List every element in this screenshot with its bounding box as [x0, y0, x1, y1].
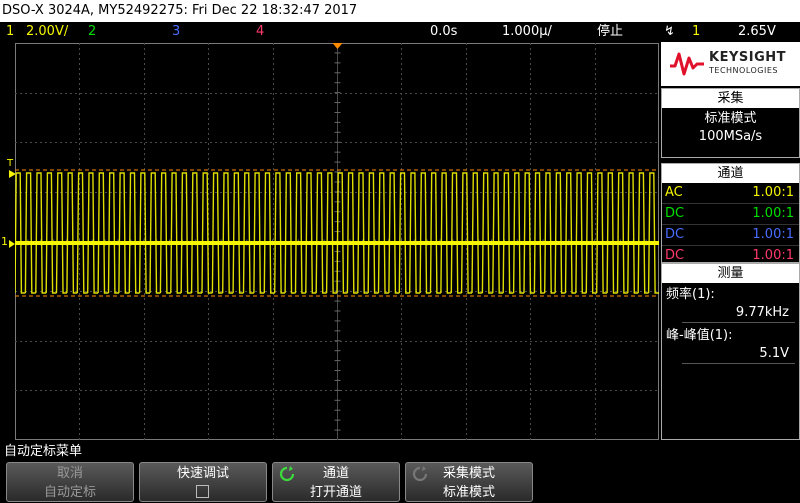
keysight-logo: KEYSIGHT TECHNOLOGIES — [661, 42, 800, 86]
measure-section: 测量 频率(1): 9.77kHz 峰-峰值(1): 5.1V — [661, 263, 800, 440]
waveform-svg — [14, 42, 659, 440]
channel-row-1[interactable]: AC 1.00:1 — [662, 183, 799, 204]
fast-debug-checkbox[interactable] — [196, 485, 209, 498]
title-bar: DSO-X 3024A, MY52492275: Fri Dec 22 18:3… — [0, 0, 800, 22]
measure-header: 测量 — [662, 264, 799, 283]
waveform-display[interactable] — [14, 42, 659, 440]
channel-section: 通道 AC 1.00:1 DC 1.00:1 DC 1.00:1 DC 1.00… — [661, 163, 800, 263]
acquire-mode: 标准模式 — [704, 111, 757, 126]
channel-coupling: AC — [665, 185, 683, 200]
pp-label: 峰-峰值(1): — [666, 328, 733, 343]
channel-probe-ratio: 1.00:1 — [752, 185, 794, 200]
logo-sub: TECHNOLOGIES — [709, 66, 778, 75]
trigger-source[interactable]: 1 — [692, 22, 700, 42]
right-info-panel: KEYSIGHT TECHNOLOGIES 采集 标准模式 100MSa/s 通… — [661, 42, 800, 440]
channel-probe-ratio: 1.00:1 — [752, 227, 794, 242]
ch1-scale[interactable]: 2.00V/ — [26, 22, 68, 42]
left-markers: T 1 — [0, 42, 16, 440]
softkey-label-2: 自动定标 — [43, 485, 96, 500]
softkey-label-1: 快速调试 — [176, 466, 229, 481]
freq-label: 频率(1): — [666, 287, 715, 302]
trigger-level-marker-label: T — [7, 158, 14, 169]
trigger-level[interactable]: 2.65V — [738, 22, 776, 42]
ch1-ground-marker[interactable]: 1 — [1, 235, 8, 248]
channels-button[interactable]: 通道 打开通道 — [272, 462, 400, 502]
freq-value: 9.77kHz — [682, 304, 795, 323]
softkey-label-2: 标准模式 — [442, 485, 495, 500]
keysight-wave-icon — [670, 52, 704, 76]
softkey-label-1: 采集模式 — [442, 466, 495, 481]
ch2-number[interactable]: 2 — [88, 22, 96, 42]
fast-debug-button[interactable]: 快速调试 — [139, 462, 267, 502]
channel-row-3[interactable]: DC 1.00:1 — [662, 225, 799, 246]
cancel-autoscale-button[interactable]: 取消 自动定标 — [6, 462, 134, 502]
acquire-section: 采集 标准模式 100MSa/s — [661, 88, 800, 158]
ch4-number[interactable]: 4 — [256, 22, 264, 42]
trigger-edge-icon: ↯ — [664, 24, 675, 39]
time-delay[interactable]: 0.0s — [430, 22, 457, 42]
channel-row-2[interactable]: DC 1.00:1 — [662, 204, 799, 225]
softkey-label-2: 打开通道 — [309, 485, 362, 500]
softkey-label-1: 取消 — [56, 466, 83, 481]
channel-coupling: DC — [665, 227, 685, 242]
acquire-header: 采集 — [662, 89, 799, 108]
channel-coupling: DC — [665, 206, 685, 221]
acquire-rate: 100MSa/s — [698, 129, 763, 144]
time-scale[interactable]: 1.000µ/ — [502, 22, 552, 42]
acquire-mode-button[interactable]: 采集模式 标准模式 — [405, 462, 533, 502]
menu-title: 自动定标菜单 — [4, 444, 83, 459]
channel-probe-ratio: 1.00:1 — [752, 206, 794, 221]
softkey-label-1: 通道 — [322, 466, 349, 481]
pp-value: 5.1V — [682, 345, 795, 364]
ch3-number[interactable]: 3 — [172, 22, 180, 42]
ch1-number[interactable]: 1 — [6, 22, 14, 42]
run-state: 停止 — [597, 24, 624, 39]
logo-name: KEYSIGHT — [709, 50, 786, 65]
channel-header: 通道 — [662, 164, 799, 183]
status-bar: 1 2.00V/ 2 3 4 0.0s 1.000µ/ 停止 ↯ 1 2.65V — [0, 22, 800, 42]
